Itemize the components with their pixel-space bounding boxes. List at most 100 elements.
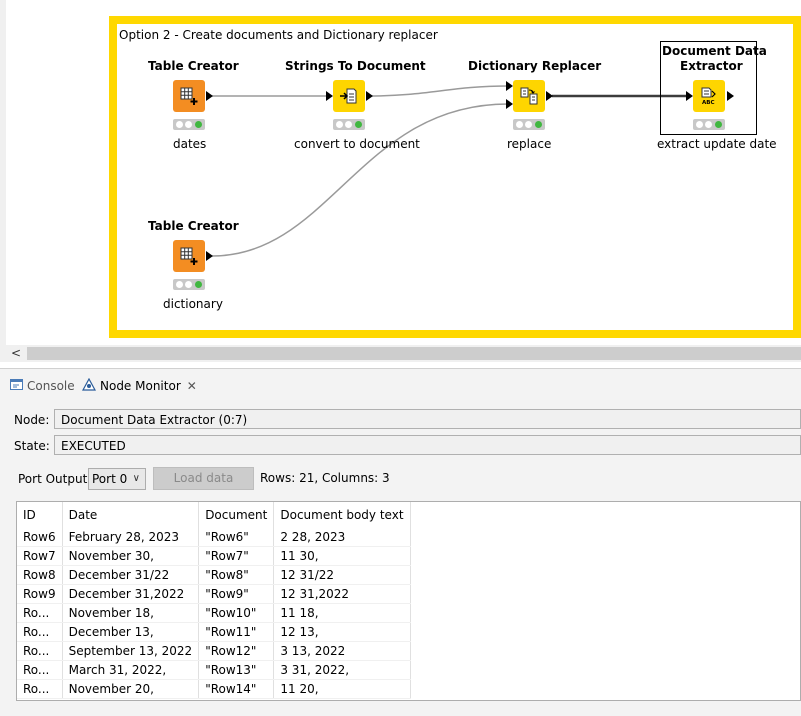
cell-document: "Row6" [198, 528, 275, 547]
connection-document-to-replacer [367, 85, 509, 97]
cell-date: September 13, 2022 [62, 641, 200, 661]
cell-id: Row6 [17, 528, 63, 547]
table-row[interactable]: Ro... November 18, "Row10" 11 18, [17, 603, 411, 623]
cell-id: Row8 [17, 565, 63, 585]
data-table: ID Date Document Document body text Row6… [17, 502, 411, 699]
cell-body-text: 2 28, 2023 [273, 528, 411, 547]
column-header-date[interactable]: Date [62, 502, 200, 528]
table-row[interactable]: Ro... November 20, "Row14" 11 20, [17, 679, 411, 699]
node-label-dictionary[interactable]: dictionary [163, 297, 223, 311]
input-port[interactable] [686, 91, 693, 101]
cell-body-text: 12 31/22 [273, 565, 411, 585]
cell-id: Row7 [17, 546, 63, 566]
cell-document: "Row12" [198, 641, 275, 661]
node-dictionary-replacer[interactable] [513, 80, 545, 112]
node-title-table-creator-dictionary: Table Creator [148, 219, 239, 233]
cell-id: Ro... [17, 660, 63, 680]
table-row[interactable]: Row9 December 31,2022 "Row9" 12 31,2022 [17, 584, 411, 604]
port-output-value: Port 0 [92, 472, 128, 486]
svg-text:ABC: ABC [702, 100, 715, 106]
column-header-id[interactable]: ID [17, 502, 63, 528]
cell-body-text: 12 31,2022 [273, 584, 411, 604]
table-creator-icon [180, 247, 198, 265]
cell-body-text: 11 18, [273, 603, 411, 623]
node-label-extract-update-date[interactable]: extract update date [657, 137, 777, 151]
tab-node-monitor-label: Node Monitor [100, 379, 181, 393]
table-header-row: ID Date Document Document body text [17, 502, 411, 528]
cell-id: Ro... [17, 641, 63, 661]
output-port[interactable] [366, 91, 373, 101]
cell-body-text: 3 13, 2022 [273, 641, 411, 661]
table-row[interactable]: Row6 February 28, 2023 "Row6" 2 28, 2023 [17, 528, 411, 547]
cell-body-text: 3 31, 2022, [273, 660, 411, 680]
input-port-dictionary[interactable] [506, 99, 513, 109]
output-port[interactable] [206, 91, 213, 101]
node-title-document-data-extractor-line1: Document Data [662, 44, 767, 58]
cell-document: "Row13" [198, 660, 275, 680]
strings-to-document-icon [340, 88, 357, 104]
output-port[interactable] [727, 91, 734, 101]
node-status-traffic-light [513, 119, 545, 130]
table-row[interactable]: Row7 November 30, "Row7" 11 30, [17, 546, 411, 566]
node-label-dates[interactable]: dates [173, 137, 206, 151]
cell-date: March 31, 2022, [62, 660, 200, 680]
rows-columns-info: Rows: 21, Columns: 3 [260, 471, 390, 485]
cell-document: "Row8" [198, 565, 275, 585]
column-header-document-body-text[interactable]: Document body text [273, 502, 411, 528]
document-data-extractor-icon: ABC [701, 87, 716, 106]
cell-body-text: 11 30, [273, 546, 411, 566]
close-icon[interactable]: ✕ [187, 379, 197, 393]
table-row[interactable]: Ro... March 31, 2022, "Row13" 3 31, 2022, [17, 660, 411, 680]
node-title-table-creator-dates: Table Creator [148, 59, 239, 73]
workflow-canvas[interactable]: Option 2 - Create documents and Dictiona… [0, 0, 801, 345]
table-creator-icon [180, 87, 198, 105]
node-title-dictionary-replacer: Dictionary Replacer [468, 59, 602, 73]
node-strings-to-document[interactable] [333, 80, 365, 112]
input-port-document[interactable] [506, 81, 513, 91]
state-field-value: EXECUTED [54, 435, 801, 455]
cell-body-text: 11 20, [273, 679, 411, 699]
cell-document: "Row14" [198, 679, 275, 699]
table-row[interactable]: Ro... September 13, 2022 "Row12" 3 13, 2022 [17, 641, 411, 661]
cell-date: November 30, [62, 546, 200, 566]
port-output-select[interactable]: Port 0 ∨ [88, 468, 146, 490]
node-label-replace[interactable]: replace [507, 137, 551, 151]
load-data-button[interactable]: Load data [153, 467, 254, 490]
cell-date: December 31,2022 [62, 584, 200, 604]
cell-date: December 31/22 [62, 565, 200, 585]
node-status-traffic-light [333, 119, 365, 130]
cell-id: Ro... [17, 603, 63, 623]
node-monitor-icon [81, 376, 97, 398]
canvas-horizontal-scrollbar[interactable]: < [0, 345, 801, 362]
cell-body-text: 12 13, [273, 622, 411, 642]
cell-date: December 13, [62, 622, 200, 642]
node-document-data-extractor[interactable]: ABC [693, 80, 725, 112]
input-port[interactable] [326, 91, 333, 101]
node-label-convert-to-document[interactable]: convert to document [294, 137, 420, 151]
table-row[interactable]: Row8 December 31/22 "Row8" 12 31/22 [17, 565, 411, 585]
node-title-document-data-extractor-line2: Extractor [680, 59, 743, 73]
scroll-left-arrow[interactable]: < [6, 345, 26, 362]
node-monitor-panel: Console Node Monitor ✕ Node: Document Dat… [0, 368, 801, 716]
node-status-traffic-light [693, 119, 725, 130]
state-field-label: State: [14, 439, 50, 453]
node-status-traffic-light [173, 279, 205, 290]
tab-node-monitor[interactable]: Node Monitor ✕ [81, 375, 197, 398]
node-table-creator-dates[interactable] [173, 80, 205, 112]
table-row[interactable]: Ro... December 13, "Row11" 12 13, [17, 622, 411, 642]
node-table-creator-dictionary[interactable] [173, 240, 205, 272]
cell-document: "Row11" [198, 622, 275, 642]
cell-id: Ro... [17, 679, 63, 699]
cell-id: Row9 [17, 584, 63, 604]
cell-date: February 28, 2023 [62, 528, 200, 547]
column-header-document[interactable]: Document [198, 502, 275, 528]
output-port[interactable] [206, 251, 213, 261]
scrollbar-thumb[interactable] [27, 347, 801, 360]
output-port[interactable] [546, 91, 553, 101]
cell-id: Ro... [17, 622, 63, 642]
tab-console[interactable]: Console [10, 375, 75, 397]
cell-document: "Row7" [198, 546, 275, 566]
output-table[interactable]: ID Date Document Document body text Row6… [16, 501, 801, 701]
chevron-down-icon: ∨ [132, 473, 140, 484]
node-title-strings-to-document: Strings To Document [285, 59, 426, 73]
